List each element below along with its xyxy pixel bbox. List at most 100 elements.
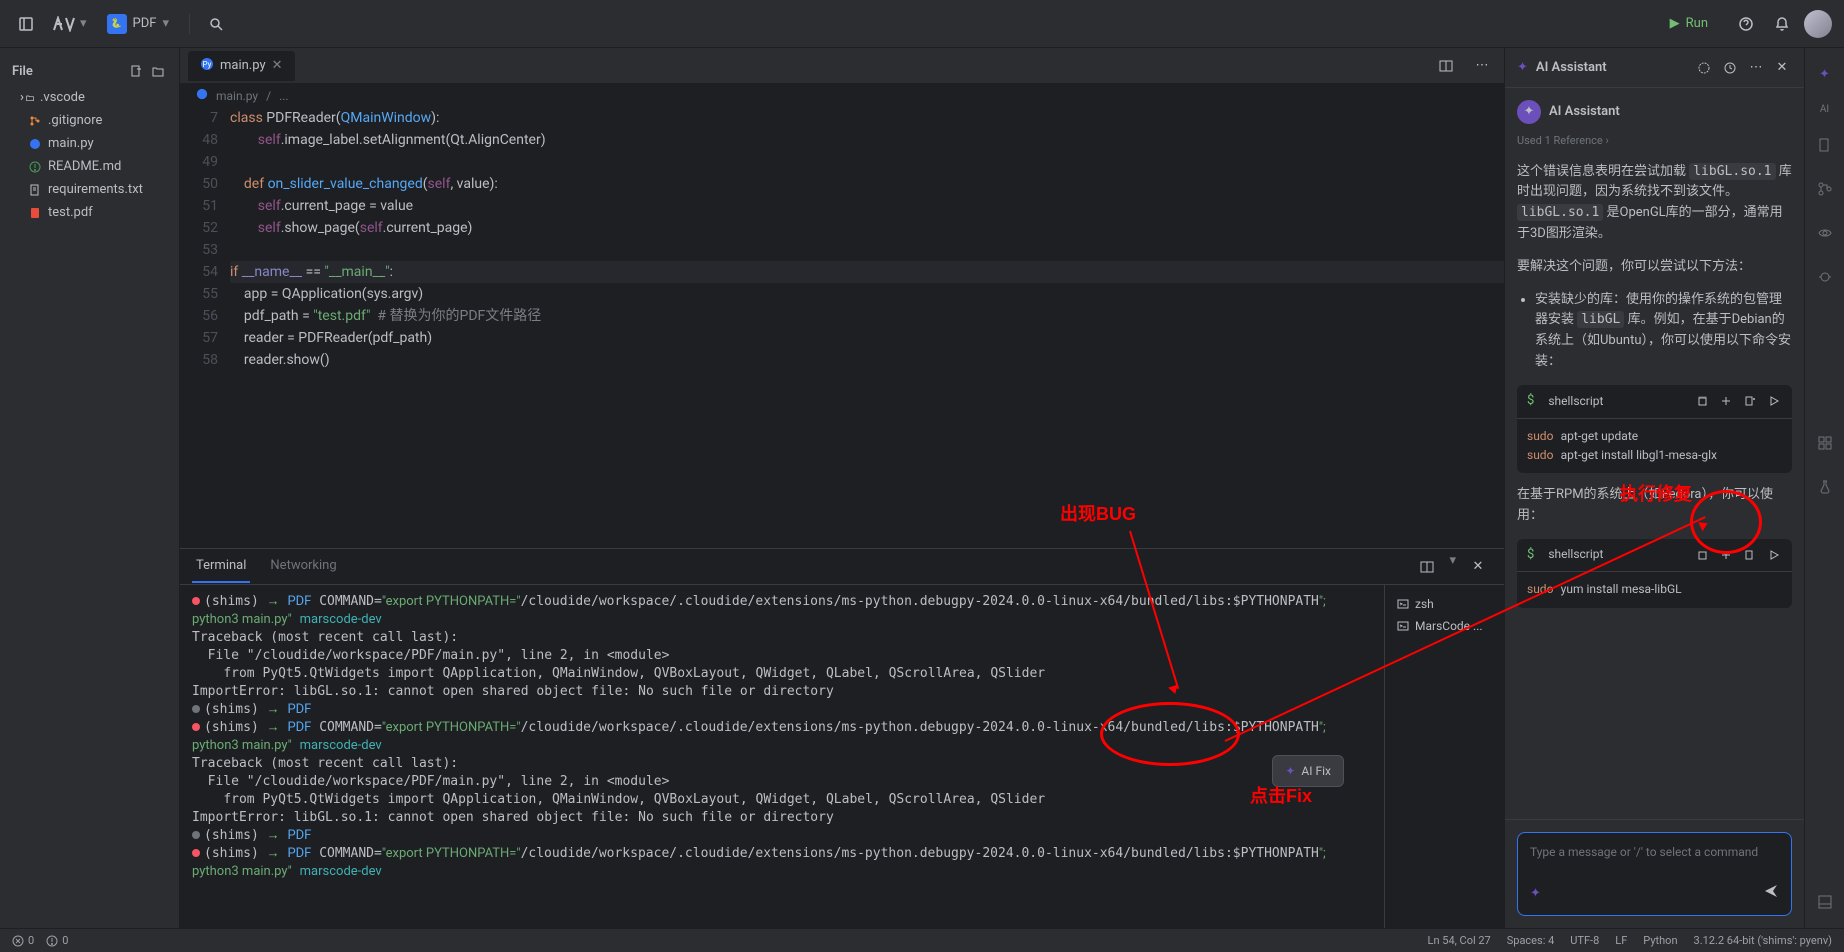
ai-assistant-panel: ✦ AI Assistant ⋯ ✕ ✦ AI Assistant Used 1… xyxy=(1504,48,1804,928)
sparkle-icon[interactable]: ✦ xyxy=(1530,886,1541,901)
rail-debug-icon[interactable] xyxy=(1811,263,1839,291)
close-panel-icon[interactable]: ✕ xyxy=(1772,58,1792,78)
new-file-code-icon[interactable] xyxy=(1742,547,1758,563)
ai-avatar-icon: ✦ xyxy=(1517,100,1541,124)
split-editor-icon[interactable] xyxy=(1432,52,1460,80)
rail-file-icon[interactable] xyxy=(1811,131,1839,159)
project-selector[interactable]: 🐍 PDF ▾ xyxy=(99,10,177,38)
sidebar-toggle-button[interactable] xyxy=(12,10,40,38)
python-file-icon xyxy=(196,88,208,103)
terminal-panel: Terminal Networking ▾ ✕ (shims) → PDF CO… xyxy=(180,548,1504,928)
ai-input-placeholder: Type a message or '/' to select a comman… xyxy=(1530,845,1779,859)
code-editor[interactable]: 74849505152535455565758 class PDFReader(… xyxy=(180,107,1504,548)
file-explorer: File ›.vscode.gitignoremain.pyREADME.mdr… xyxy=(0,48,180,928)
rail-flask-icon[interactable] xyxy=(1811,473,1839,501)
file-item-requirements-txt[interactable]: requirements.txt xyxy=(0,178,179,201)
new-folder-icon[interactable] xyxy=(149,62,167,80)
new-file-code-icon[interactable] xyxy=(1742,393,1758,409)
status-errors[interactable]: 0 xyxy=(12,934,34,947)
code-body: sudo yum install mesa-libGL xyxy=(1517,572,1792,607)
run-label: Run xyxy=(1686,16,1708,31)
project-name: PDF xyxy=(133,16,157,31)
status-eol[interactable]: LF xyxy=(1615,934,1627,947)
terminal-sessions: zsh MarsCode ... xyxy=(1384,585,1504,928)
topbar: ▾ 🐍 PDF ▾ ▶ Run xyxy=(0,0,1844,48)
python-logo-icon: 🐍 xyxy=(107,14,127,34)
more-icon[interactable]: ⋯ xyxy=(1746,58,1766,78)
insert-code-icon[interactable] xyxy=(1718,547,1734,563)
status-language[interactable]: Python xyxy=(1643,934,1677,947)
close-terminal-icon[interactable]: ✕ xyxy=(1464,553,1492,581)
sparkle-icon: ✦ xyxy=(1517,60,1528,75)
shell-prompt-icon: $ xyxy=(1527,545,1534,566)
user-avatar[interactable] xyxy=(1804,10,1832,38)
send-icon[interactable] xyxy=(1763,883,1779,903)
ai-panel-title: AI Assistant xyxy=(1536,60,1686,75)
sparkle-icon: ✦ xyxy=(1285,762,1295,780)
history-icon[interactable] xyxy=(1720,58,1740,78)
file-item--gitignore[interactable]: .gitignore xyxy=(0,109,179,132)
python-file-icon: Py xyxy=(200,57,214,75)
breadcrumb-file: main.py xyxy=(216,89,258,103)
terminal-output[interactable]: (shims) → PDF COMMAND="export PYTHONPATH… xyxy=(180,585,1384,928)
networking-tab[interactable]: Networking xyxy=(266,550,340,583)
notifications-icon[interactable] xyxy=(1768,10,1796,38)
run-code-icon[interactable] xyxy=(1766,393,1782,409)
editor-tab-bar: Py main.py ✕ ⋯ xyxy=(180,48,1504,84)
run-code-icon[interactable] xyxy=(1766,547,1782,563)
ai-chat-content: ✦ AI Assistant Used 1 Reference › 这个错误信息… xyxy=(1505,88,1804,819)
ai-message: 在基于RPM的系统上（如Fedora），你可以使用： xyxy=(1517,485,1792,527)
ai-code-block: $ shellscript xyxy=(1517,385,1792,473)
run-button[interactable]: ▶ Run xyxy=(1658,12,1720,35)
file-item-main-py[interactable]: main.py xyxy=(0,132,179,155)
ai-reference-link[interactable]: Used 1 Reference › xyxy=(1517,132,1792,150)
rail-preview-icon[interactable] xyxy=(1811,219,1839,247)
terminal-tab[interactable]: Terminal xyxy=(192,550,250,583)
copy-code-icon[interactable] xyxy=(1694,393,1710,409)
new-chat-icon[interactable] xyxy=(1694,58,1714,78)
right-tool-rail: ✦ AI xyxy=(1804,48,1844,928)
ai-message: 这个错误信息表明在尝试加载 libGL.so.1 库时出现问题，因为系统找不到该… xyxy=(1517,162,1792,245)
editor-area: Py main.py ✕ ⋯ main.py / ... 74849505152… xyxy=(180,48,1504,928)
ai-fix-button[interactable]: ✦ AI Fix xyxy=(1272,755,1344,787)
code-language: shellscript xyxy=(1548,392,1686,411)
file-item-README-md[interactable]: README.md xyxy=(0,155,179,178)
search-icon[interactable] xyxy=(202,10,230,38)
svg-text:Py: Py xyxy=(203,60,212,69)
terminal-dropdown-icon[interactable]: ▾ xyxy=(1449,553,1456,581)
insert-code-icon[interactable] xyxy=(1718,393,1734,409)
copy-code-icon[interactable] xyxy=(1694,547,1710,563)
help-icon[interactable] xyxy=(1732,10,1760,38)
tab-label: main.py xyxy=(220,58,266,73)
terminal-session-zsh[interactable]: zsh xyxy=(1393,593,1496,615)
code-body: sudo apt-get update sudo apt-get install… xyxy=(1517,419,1792,473)
rail-apps-icon[interactable] xyxy=(1811,429,1839,457)
more-icon[interactable]: ⋯ xyxy=(1468,52,1496,80)
status-encoding[interactable]: UTF-8 xyxy=(1570,934,1599,947)
shell-prompt-icon: $ xyxy=(1527,391,1534,412)
file-item--vscode[interactable]: ›.vscode xyxy=(0,86,179,109)
status-interpreter[interactable]: 3.12.2 64-bit ('shims': pyenv) xyxy=(1694,934,1832,947)
ai-rail-icon[interactable]: ✦ xyxy=(1811,60,1839,88)
code-language: shellscript xyxy=(1548,545,1686,564)
file-explorer-title: File xyxy=(12,64,33,79)
play-icon: ▶ xyxy=(1670,16,1680,31)
breadcrumb[interactable]: main.py / ... xyxy=(180,84,1504,107)
ai-code-block: $ shellscript sudo yum install mesa-libG… xyxy=(1517,539,1792,608)
editor-tab-main-py[interactable]: Py main.py ✕ xyxy=(188,51,295,81)
terminal-session-marscode[interactable]: MarsCode ... xyxy=(1393,615,1496,637)
ai-chat-input[interactable]: Type a message or '/' to select a comman… xyxy=(1517,832,1792,916)
close-tab-icon[interactable]: ✕ xyxy=(272,58,283,73)
status-warnings[interactable]: 0 xyxy=(46,934,68,947)
ai-rail-label: AI xyxy=(1820,104,1829,115)
rail-git-icon[interactable] xyxy=(1811,175,1839,203)
ai-list-item: 安装缺少的库：使用你的操作系统的包管理器安装 libGL 库。例如，在基于Deb… xyxy=(1535,290,1792,373)
rail-layout-icon[interactable] xyxy=(1811,888,1839,916)
file-item-test-pdf[interactable]: test.pdf xyxy=(0,201,179,224)
new-file-icon[interactable] xyxy=(127,62,145,80)
split-terminal-icon[interactable] xyxy=(1413,553,1441,581)
breadcrumb-rest: ... xyxy=(279,89,289,103)
ai-fix-label: AI Fix xyxy=(1301,762,1331,780)
status-spaces[interactable]: Spaces: 4 xyxy=(1507,934,1555,947)
status-cursor[interactable]: Ln 54, Col 27 xyxy=(1428,934,1491,947)
